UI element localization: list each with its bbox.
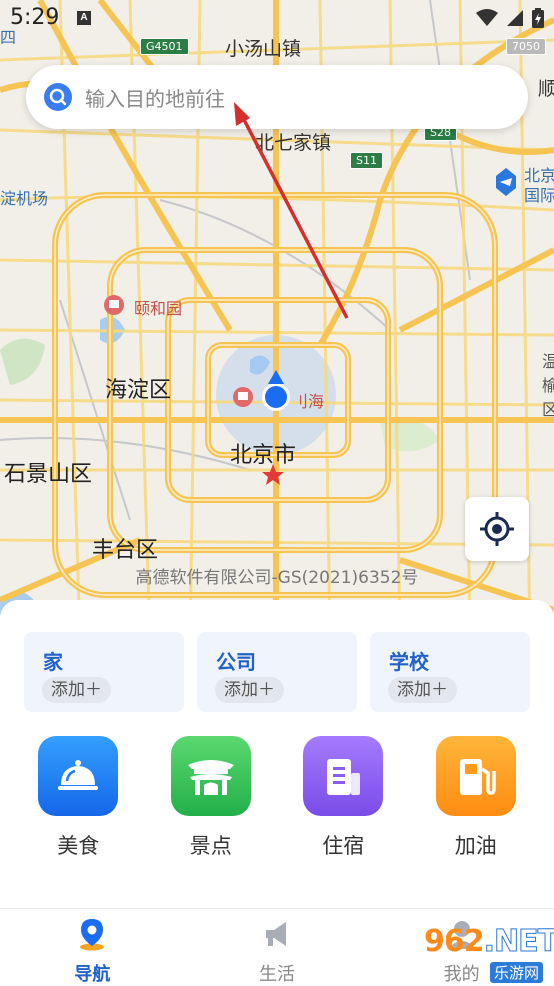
category-row: 美食 景点 住宿 加油 (0, 736, 554, 860)
shortcut-school[interactable]: 学校 添加＋ (370, 632, 530, 712)
watermark-sub: 乐游网 (490, 962, 544, 983)
notification-icon: A (77, 11, 91, 25)
highway-shield-s50: 7050 (506, 38, 546, 55)
map-label-right-edge-2: 温 (542, 352, 554, 371)
category-scenic[interactable]: 景点 (161, 736, 261, 860)
category-scenic-label: 景点 (189, 834, 232, 858)
tab-life[interactable]: 生活 (185, 909, 370, 986)
category-fuel[interactable]: 加油 (426, 736, 526, 860)
hotel-icon[interactable] (303, 736, 384, 816)
cellular-icon (507, 10, 523, 26)
shortcut-home-add-button[interactable]: 添加＋ (42, 677, 111, 703)
battery-icon (532, 8, 544, 28)
highway-shield-g4501: G4501 (140, 38, 189, 55)
watermark-number: 962 (424, 924, 485, 959)
shortcut-home-title: 家 (43, 650, 63, 674)
highway-shield-s11: S11 (350, 152, 383, 169)
map-label-shijingshan: 石景山区 (4, 462, 93, 487)
shortcut-company[interactable]: 公司 添加＋ (197, 632, 357, 712)
shortcut-company-title: 公司 (216, 650, 256, 674)
tab-navigation[interactable]: 导航 (0, 909, 185, 986)
megaphone-icon (266, 922, 286, 946)
map-label-right-edge-3: 榆 (542, 376, 554, 395)
category-food[interactable]: 美食 (28, 736, 128, 860)
map-label-beijing: 北京市 (230, 443, 297, 468)
map-label-shichahai: 刂海 (292, 392, 325, 411)
status-icons (476, 8, 544, 28)
map-label-beiqijia: 北七家镇 (255, 132, 332, 154)
search-icon (44, 83, 72, 111)
category-fuel-label: 加油 (454, 834, 497, 858)
search-placeholder[interactable]: 输入目的地前往 (85, 83, 225, 112)
site-watermark: 962.NET 乐游网 (416, 918, 554, 986)
fuel-pump-icon[interactable] (435, 736, 516, 816)
search-bar[interactable]: 输入目的地前往 (26, 65, 528, 129)
category-food-label: 美食 (57, 834, 100, 858)
shortcut-home[interactable]: 家 添加＋ (24, 632, 184, 712)
poi-yiheyuan-icon (104, 295, 124, 315)
map-label-right-edge-1: 顺 (538, 78, 554, 100)
shortcut-row: 家 添加＋ 公司 添加＋ 学校 添加＋ (24, 632, 530, 712)
crosshair-icon (480, 512, 514, 546)
tab-life-label: 生活 (259, 964, 295, 985)
map-label-yiheyuan: 颐和园 (134, 299, 183, 318)
map-label-airport-left: 淀机场 (0, 189, 49, 208)
map-copyright: 高德软件有限公司-GS(2021)6352号 (135, 568, 419, 588)
status-time: 5:29 (10, 5, 60, 30)
category-hotel-label: 住宿 (322, 834, 365, 858)
shortcut-company-add-button[interactable]: 添加＋ (215, 677, 284, 703)
location-pin-icon (80, 919, 105, 951)
wifi-icon (476, 9, 498, 26)
map-label-haidian: 海淀区 (105, 378, 172, 403)
watermark-domain: .NET (483, 924, 554, 960)
scenic-gate-icon[interactable] (170, 736, 251, 816)
map-label-fengtai: 丰台区 (92, 538, 159, 563)
shortcut-school-title: 学校 (389, 650, 429, 674)
locate-me-button[interactable] (465, 497, 529, 561)
category-hotel[interactable]: 住宿 (293, 736, 393, 860)
food-cloche-icon[interactable] (38, 736, 119, 816)
map-label-xiaotangshan: 小汤山镇 (225, 38, 302, 60)
status-bar: 5:29 A (0, 0, 554, 36)
tab-navigation-label: 导航 (74, 964, 111, 985)
map-label-airport-right-2: 国际 (524, 186, 554, 205)
map-label-right-edge-4: 区 (542, 400, 554, 419)
shortcut-school-add-button[interactable]: 添加＋ (388, 677, 457, 703)
